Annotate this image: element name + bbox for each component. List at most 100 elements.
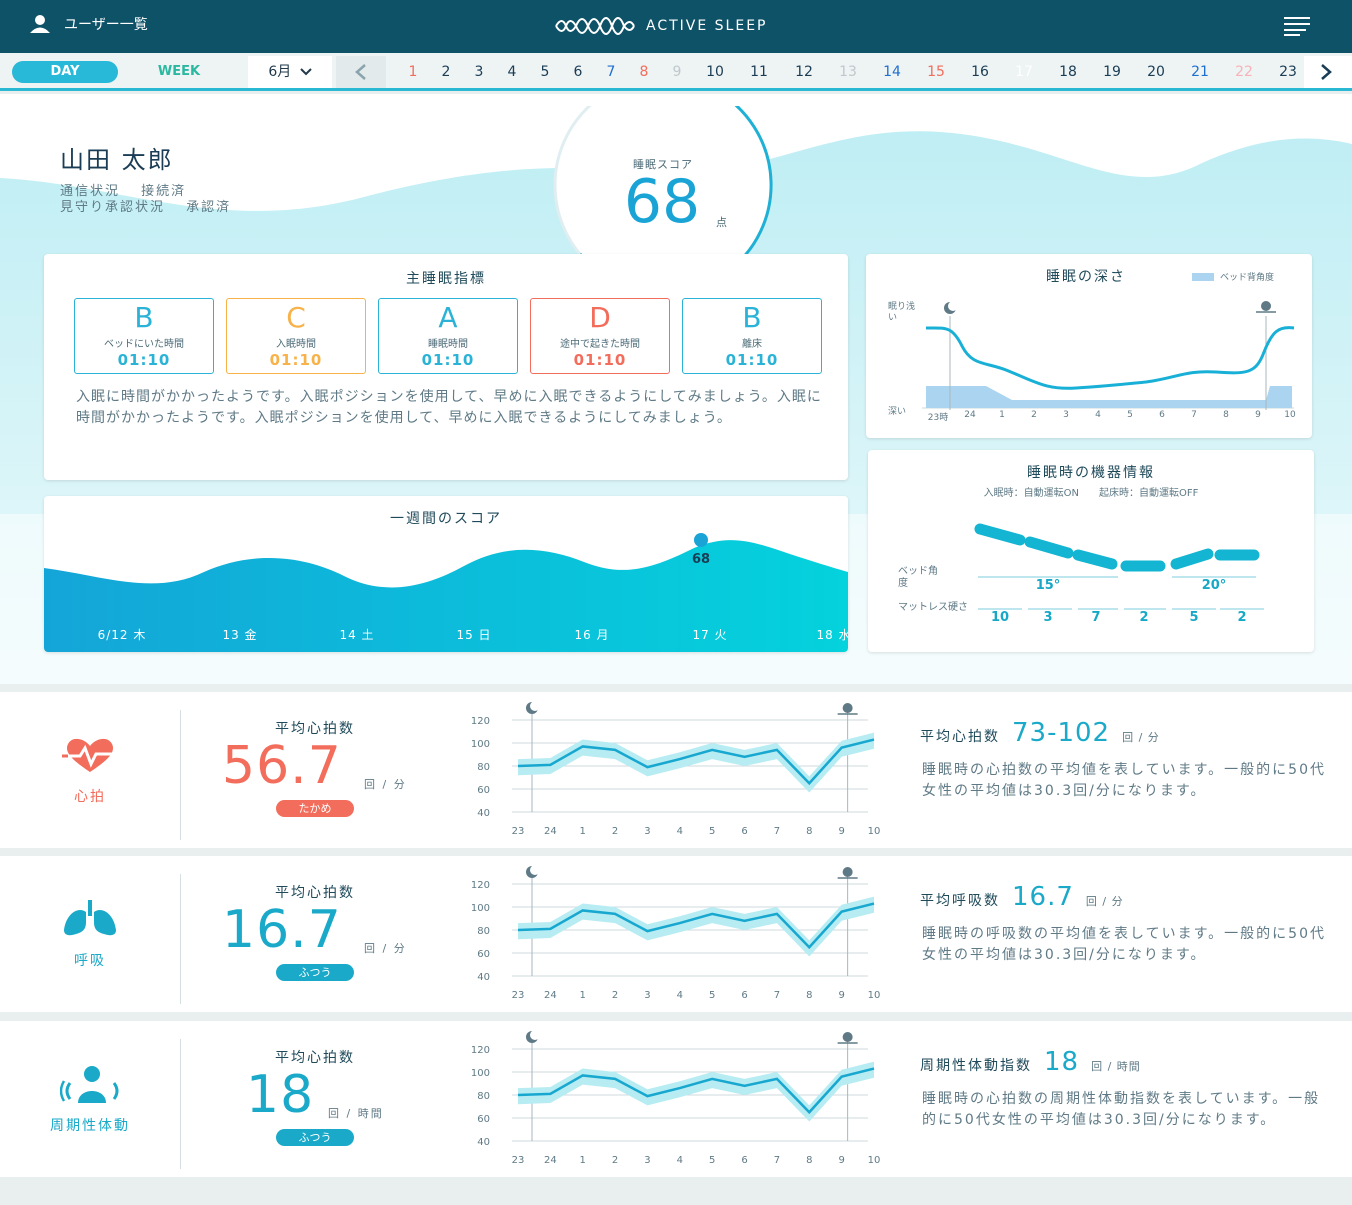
weekly-day-label[interactable]: 17 火	[670, 626, 750, 643]
sun-icon	[837, 1032, 858, 1044]
moon-icon	[526, 701, 540, 714]
metric-summary-unit: 回 / 時間	[1091, 1060, 1141, 1073]
day-14[interactable]: 14	[875, 58, 909, 86]
day-21[interactable]: 21	[1183, 58, 1217, 86]
chart-x-tick: 5	[709, 826, 715, 837]
grade-time: 01:10	[725, 351, 779, 369]
metric-value: 18	[246, 1065, 315, 1125]
chart-x-tick: 2	[612, 1155, 618, 1166]
chart-x-tick: 23	[512, 990, 525, 1001]
weekly-day-label[interactable]: 15 日	[434, 626, 514, 643]
day-23[interactable]: 23	[1271, 58, 1305, 86]
weekly-day-label[interactable]: 13 金	[200, 626, 280, 643]
grade-letter: D	[589, 301, 611, 334]
score-value: 68	[623, 167, 701, 237]
prev-days-button[interactable]	[336, 56, 386, 88]
day-2[interactable]: 2	[429, 58, 463, 86]
chart-x-tick: 23	[512, 1155, 525, 1166]
day-19[interactable]: 19	[1095, 58, 1129, 86]
grade-letter: C	[286, 301, 306, 334]
depth-x-label: 3	[1063, 410, 1069, 420]
mattress-hardness-value: 2	[1237, 610, 1247, 625]
chart-y-tick: 100	[471, 739, 490, 750]
day-15[interactable]: 15	[919, 58, 953, 86]
user-list-label: ユーザー一覧	[64, 17, 148, 33]
main-indices-title: 主睡眠指標	[406, 271, 486, 287]
depth-x-label: 7	[1191, 410, 1197, 420]
day-20[interactable]: 20	[1139, 58, 1173, 86]
next-days-button[interactable]	[1304, 56, 1352, 88]
mode-week-tab[interactable]: WEEK	[126, 61, 232, 83]
metric-divider	[180, 1039, 181, 1169]
score-unit: 点	[716, 216, 727, 229]
grade-card: B ベッドにいた時間 01:10	[74, 298, 214, 374]
chart-y-tick: 60	[477, 1114, 490, 1125]
chart-range-band	[518, 1061, 874, 1122]
chart-x-tick: 23	[512, 826, 525, 837]
mattress-label: マットレス硬さ	[898, 602, 968, 613]
depth-x-label: 6	[1159, 410, 1165, 420]
hamburger-menu-icon[interactable]	[1284, 16, 1312, 36]
metric-row: 周期性体動 平均心拍数 18 回 / 時間 ふつう 120 100 80 60 40 23 24 1 2 3…	[0, 1021, 1352, 1177]
weekly-day-label[interactable]: 6/12 木	[82, 626, 162, 643]
day-9[interactable]: 9	[660, 58, 694, 86]
day-1[interactable]: 1	[396, 58, 430, 86]
metric-title: 平均心拍数	[275, 721, 355, 737]
day-22[interactable]: 22	[1227, 58, 1261, 86]
chart-y-tick: 80	[477, 1091, 490, 1102]
chart-y-tick: 120	[471, 1045, 490, 1056]
chart-x-tick: 7	[774, 826, 780, 837]
sun-icon	[837, 867, 858, 879]
depth-x-label: 9	[1255, 410, 1261, 420]
day-12[interactable]: 12	[787, 58, 821, 86]
weekly-score-card: 一週間のスコア 68 6/12 木 13 金 14 土 15 日 16 月 17 火 18 …	[44, 496, 848, 652]
metric-row: 呼吸 平均心拍数 16.7 回 / 分ふつう 120 100 80 60 40 23 24 1 2 3 4 5…	[0, 856, 1352, 1012]
chart-x-tick: 4	[677, 990, 683, 1001]
day-16[interactable]: 16	[963, 58, 997, 86]
date-bar: DAY WEEK 6月 1 2 3 4 5 6 7 8 9 10 11 12 13 14 15 16 17 18 1…	[0, 53, 1352, 91]
mattress-hardness-value: 5	[1189, 610, 1199, 625]
chart-y-tick: 120	[471, 716, 490, 727]
weekly-day-label[interactable]: 14 土	[317, 626, 397, 643]
metric-chart: 12010080604023 24 1 2 3 4 5 6 7 8 9 10	[471, 701, 880, 837]
weekly-day-label[interactable]: 18 水	[794, 626, 848, 643]
sun-icon	[1256, 301, 1276, 313]
bed-angle-1: 15°	[1035, 578, 1061, 593]
grade-label: 途中で起きた時間	[560, 339, 640, 350]
metric-summary-value: 18	[1044, 1047, 1080, 1077]
day-7[interactable]: 7	[594, 58, 628, 86]
lungs-icon	[64, 900, 116, 936]
day-17[interactable]: 17	[1007, 58, 1041, 86]
day-11[interactable]: 11	[742, 58, 776, 86]
day-5[interactable]: 5	[528, 58, 562, 86]
metric-icon-label: 呼吸	[74, 953, 106, 969]
weekly-day-label[interactable]: 16 月	[552, 626, 632, 643]
grade-card: A 睡眠時間 01:10	[378, 298, 518, 374]
day-18[interactable]: 18	[1051, 58, 1085, 86]
day-6[interactable]: 6	[561, 58, 595, 86]
chart-y-tick: 40	[477, 1137, 490, 1148]
day-4[interactable]: 4	[495, 58, 529, 86]
metric-title: 平均心拍数	[275, 1050, 355, 1066]
day-3[interactable]: 3	[462, 58, 496, 86]
chart-y-tick: 80	[477, 762, 490, 773]
sleep-depth-card: 睡眠の深さ ベッド背角度 眠り浅い 深い 23時 24 1 2 3 4 5 6 7 8 9 10	[866, 254, 1312, 438]
user-list-link[interactable]: ユーザー一覧	[28, 14, 148, 34]
metric-summary-unit: 回 / 分	[1085, 895, 1124, 908]
sleep-score-gauge: 睡眠スコア 68 点	[550, 94, 776, 295]
day-13[interactable]: 13	[831, 58, 865, 86]
mode-day-tab[interactable]: DAY	[12, 61, 118, 83]
grade-letter: A	[438, 301, 458, 334]
chart-x-tick: 8	[806, 1155, 812, 1166]
metric-description: 睡眠時の呼吸数の平均値を表しています。一般的に50代女性の平均値は30.3回/分…	[922, 926, 1326, 963]
month-select[interactable]: 6月	[248, 56, 332, 88]
day-8[interactable]: 8	[627, 58, 661, 86]
top-bar: ユーザー一覧 ACTIVE SLEEP	[0, 0, 1352, 53]
bed-angle-2: 20°	[1201, 578, 1227, 593]
metric-value: 56.7	[222, 736, 342, 796]
day-10[interactable]: 10	[698, 58, 732, 86]
metric-icon-block: 呼吸	[0, 856, 180, 1012]
depth-x-label: 24	[964, 410, 976, 420]
advice-text: 入眠に時間がかかったようです。入眠ポジションを使用して、早めに入眠できるようにし…	[76, 389, 822, 426]
weekly-selected-point[interactable]	[694, 533, 708, 547]
